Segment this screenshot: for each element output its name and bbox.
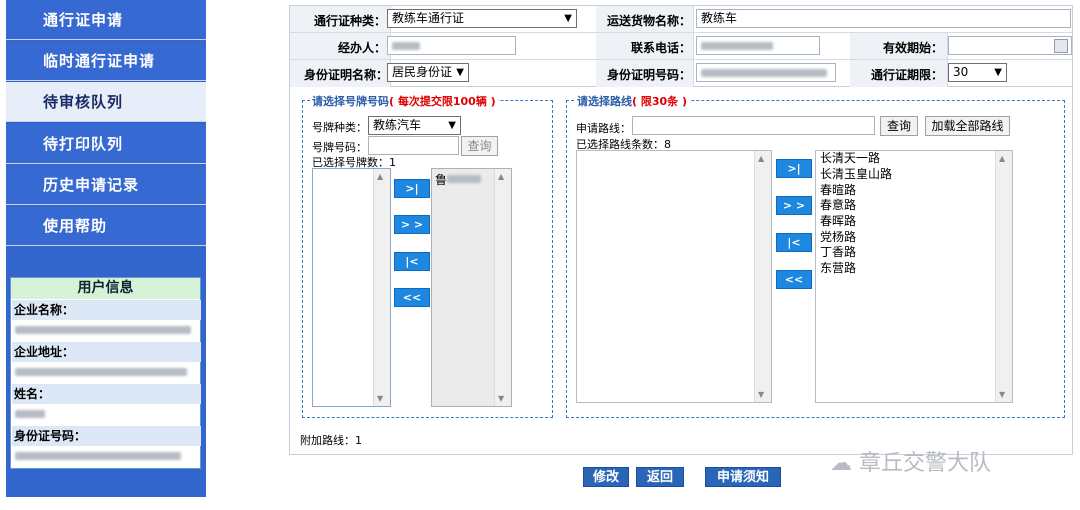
start-date-input[interactable] [948, 36, 1072, 55]
plate-remove-all-button[interactable]: << [394, 288, 430, 307]
plate-selected-list[interactable]: 鲁 ▲ ▼ [431, 168, 512, 407]
scroll-down-icon: ▼ [999, 390, 1006, 399]
plate-number-label: 号牌号码： [312, 141, 367, 154]
scrollbar[interactable]: ▲ ▼ [494, 169, 511, 406]
route-item[interactable]: 春晖路 [820, 214, 856, 230]
start-date-label: 有效期始： [882, 41, 943, 55]
scroll-up-icon: ▲ [498, 172, 505, 181]
id-number-label: 身份证明号码： [606, 68, 691, 82]
plate-add-one-button[interactable]: >| [394, 179, 430, 198]
route-item[interactable]: 春意路 [820, 198, 856, 214]
id-doc-select[interactable]: 居民身份证 ▼ [387, 63, 469, 82]
scrollbar[interactable]: ▲ ▼ [373, 169, 390, 406]
scrollbar[interactable]: ▲ ▼ [995, 151, 1012, 402]
name-value [12, 404, 199, 425]
id-label: 身份证号码： [12, 426, 201, 446]
sidebar-item-help[interactable]: 使用帮助 [6, 206, 206, 246]
company-value [12, 320, 199, 341]
plate-type-label: 号牌种类： [312, 121, 367, 134]
plate-type-value: 教练汽车 [373, 118, 422, 132]
scroll-down-icon: ▼ [498, 394, 505, 403]
phone-input[interactable] [696, 36, 820, 55]
plate-type-select[interactable]: 教练汽车 ▼ [368, 116, 461, 135]
user-info-title: 用户信息 [11, 278, 200, 299]
load-all-routes-button[interactable]: 加载全部路线 [925, 116, 1010, 136]
sidebar-item-print-queue[interactable]: 待打印队列 [6, 124, 206, 164]
name-label: 姓名： [12, 384, 201, 404]
id-value [12, 446, 199, 467]
watermark: ☁ 章丘交警大队 [830, 445, 991, 477]
plate-add-all-button[interactable]: > > [394, 215, 430, 234]
watermark-text: 章丘交警大队 [859, 451, 992, 476]
period-value: 30 [953, 65, 969, 79]
route-remove-one-button[interactable]: |< [776, 233, 812, 252]
address-value [12, 362, 199, 383]
id-number-input[interactable] [696, 63, 836, 82]
dropdown-arrow-icon: ▼ [448, 120, 456, 131]
operator-label: 经办人： [337, 41, 386, 55]
plate-available-list[interactable]: ▲ ▼ [312, 168, 391, 407]
back-button[interactable]: 返回 [636, 467, 684, 487]
cargo-input[interactable]: 教练车 [696, 9, 1071, 28]
pass-type-value: 教练车通行证 [392, 11, 465, 25]
pass-type-select[interactable]: 教练车通行证 ▼ [387, 9, 577, 28]
modify-button[interactable]: 修改 [583, 467, 629, 487]
sidebar-item-history[interactable]: 历史申请记录 [6, 165, 206, 205]
period-label: 通行证期限： [870, 68, 943, 82]
period-select[interactable]: 30 ▼ [948, 63, 1007, 82]
scroll-down-icon: ▼ [377, 394, 384, 403]
route-query-button[interactable]: 查询 [880, 116, 918, 136]
plate-remove-one-button[interactable]: |< [394, 252, 430, 271]
dropdown-arrow-icon: ▼ [456, 67, 464, 78]
id-doc-label: 身份证明名称： [303, 68, 388, 82]
selected-plate-item[interactable]: 鲁 [435, 171, 482, 188]
wechat-icon: ☁ [830, 451, 852, 476]
pass-form: 通行证种类： 教练车通行证 ▼ 运送货物名称： 教练车 经办人： 联系电话： 有效… [289, 5, 1073, 87]
route-selected-list[interactable]: 长清天一路 长清玉皇山路 春暄路 春意路 春晖路 党杨路 丁香路 东营路 ▲ ▼ [815, 150, 1013, 403]
route-remove-all-button[interactable]: << [776, 270, 812, 289]
route-item[interactable]: 党杨路 [820, 230, 856, 246]
route-item[interactable]: 长清天一路 [820, 151, 880, 167]
scroll-down-icon: ▼ [758, 390, 765, 399]
route-legend: 请选择路线( 限30条 ) [575, 93, 690, 109]
address-label: 企业地址： [12, 342, 201, 362]
sidebar-item-pass-apply[interactable]: 通行证申请 [6, 0, 206, 40]
route-item[interactable]: 丁香路 [820, 245, 856, 261]
scroll-up-icon: ▲ [758, 154, 765, 163]
cargo-label: 运送货物名称： [606, 14, 691, 28]
dropdown-arrow-icon: ▼ [564, 13, 572, 24]
plate-limit-note: ( 每次提交限100辆 ) [389, 95, 496, 108]
plate-number-input[interactable] [368, 136, 459, 155]
route-limit-note: ( 限30条 ) [632, 95, 688, 108]
extra-route-label: 附加路线：1 [300, 434, 362, 447]
route-add-all-button[interactable]: > > [776, 196, 812, 215]
pass-type-label: 通行证种类： [313, 14, 386, 28]
scroll-up-icon: ▲ [377, 172, 384, 181]
sidebar-item-temp-pass-apply[interactable]: 临时通行证申请 [6, 41, 206, 81]
route-add-one-button[interactable]: >| [776, 159, 812, 178]
user-info-panel: 用户信息 企业名称： 企业地址： 姓名： 身份证号码： [10, 277, 201, 469]
calendar-icon[interactable] [1054, 39, 1068, 53]
route-available-list[interactable]: ▲ ▼ [576, 150, 772, 403]
scroll-up-icon: ▲ [999, 154, 1006, 163]
route-item[interactable]: 东营路 [820, 261, 856, 277]
route-item[interactable]: 春暄路 [820, 183, 856, 199]
selection-panel: 请选择号牌号码( 每次提交限100辆 ) 号牌种类： 教练汽车 ▼ 号牌号码： 查… [289, 87, 1073, 455]
apply-route-label: 申请路线： [576, 122, 631, 135]
apply-notice-button[interactable]: 申请须知 [705, 467, 781, 487]
scrollbar[interactable]: ▲ ▼ [754, 151, 771, 402]
sidebar-item-review-queue[interactable]: 待审核队列 [6, 82, 206, 122]
route-item[interactable]: 长清玉皇山路 [820, 167, 892, 183]
plate-legend: 请选择号牌号码( 每次提交限100辆 ) [310, 93, 498, 109]
route-search-input[interactable] [632, 116, 875, 135]
dropdown-arrow-icon: ▼ [994, 67, 1002, 78]
operator-input[interactable] [387, 36, 516, 55]
id-doc-value: 居民身份证 [392, 65, 453, 79]
phone-label: 联系电话： [630, 41, 691, 55]
company-label: 企业名称： [12, 300, 201, 320]
plate-query-button[interactable]: 查询 [461, 136, 498, 156]
